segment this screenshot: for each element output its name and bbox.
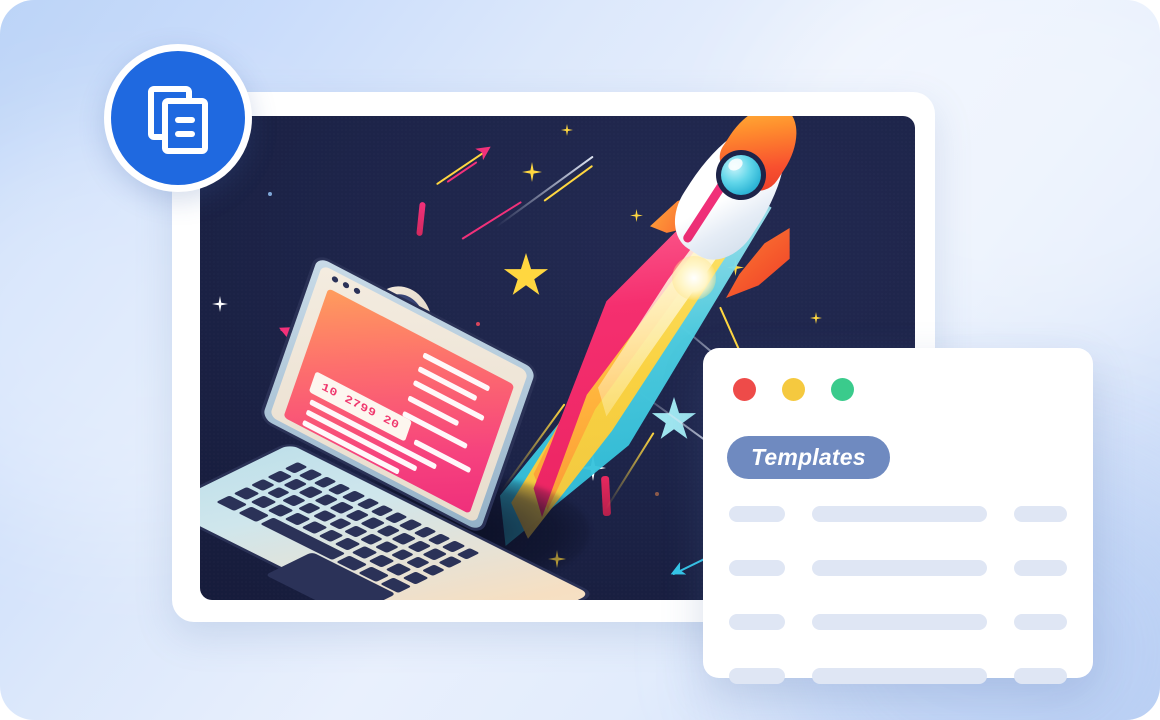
row-right-placeholder xyxy=(1014,668,1067,684)
row-left-placeholder xyxy=(729,614,785,630)
row-middle-placeholder xyxy=(812,560,987,576)
templates-badge[interactable]: Templates xyxy=(727,436,890,479)
row-left-placeholder xyxy=(729,506,785,522)
documents-copy-icon xyxy=(148,86,208,154)
rocket-icon xyxy=(638,116,838,316)
documents-badge-circle xyxy=(111,51,245,185)
window-traffic-lights xyxy=(733,378,854,401)
row-middle-placeholder xyxy=(812,506,987,522)
screen-text-line xyxy=(402,410,468,450)
row-left-placeholder xyxy=(729,560,785,576)
list-item[interactable] xyxy=(729,614,1067,630)
close-button[interactable] xyxy=(733,378,756,401)
templates-badge-label: Templates xyxy=(751,444,866,470)
row-middle-placeholder xyxy=(812,668,987,684)
star-dot-3 xyxy=(268,192,272,196)
maximize-button[interactable] xyxy=(831,378,854,401)
templates-window: Templates xyxy=(703,348,1093,684)
list-item[interactable] xyxy=(729,668,1067,684)
list-item[interactable] xyxy=(729,506,1067,522)
screenshot-canvas: 10 2799 20 Templates xyxy=(0,0,1160,720)
documents-badge[interactable] xyxy=(104,44,252,192)
list-item[interactable] xyxy=(729,560,1067,576)
row-right-placeholder xyxy=(1014,614,1067,630)
row-right-placeholder xyxy=(1014,506,1067,522)
rocket-thruster-glow xyxy=(672,256,716,300)
row-right-placeholder xyxy=(1014,560,1067,576)
row-middle-placeholder xyxy=(812,614,987,630)
row-left-placeholder xyxy=(729,668,785,684)
minimize-button[interactable] xyxy=(782,378,805,401)
laptop-illustration: 10 2799 20 xyxy=(200,256,614,600)
templates-list xyxy=(729,506,1067,684)
